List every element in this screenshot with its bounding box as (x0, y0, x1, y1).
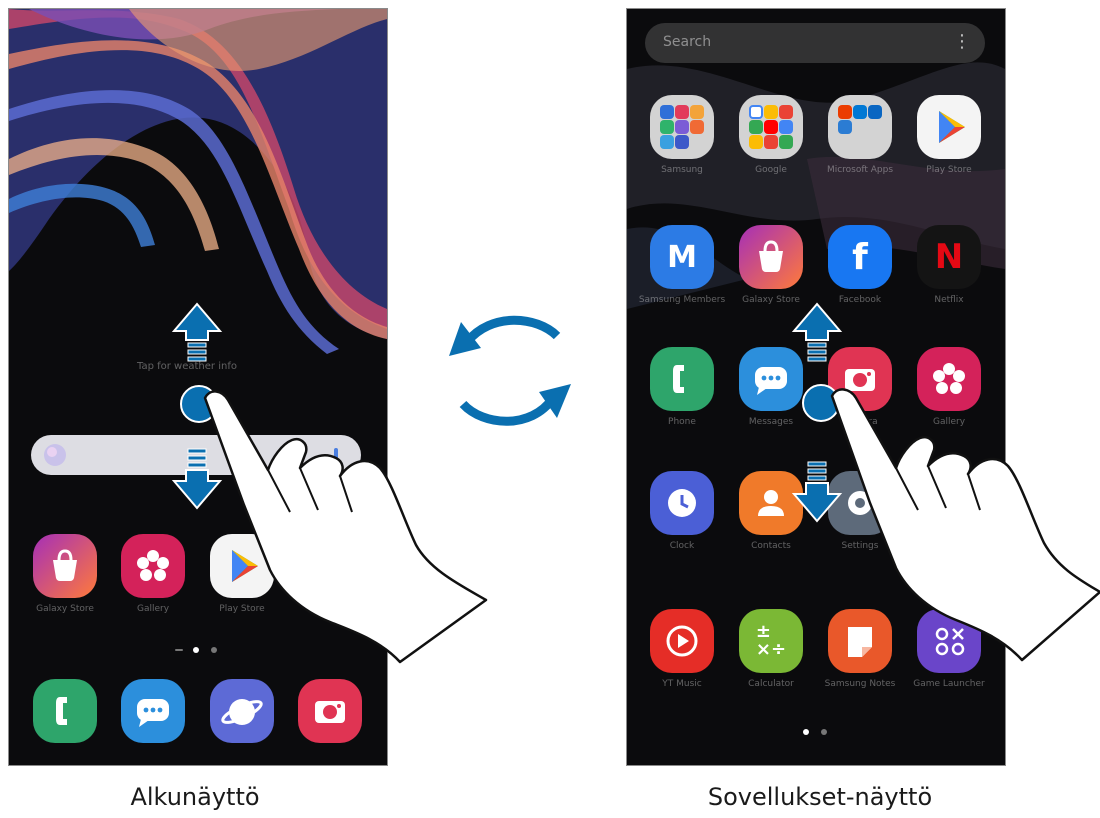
app-contacts[interactable]: Contacts (739, 471, 803, 551)
app-calculator[interactable]: ± ×÷ Calculator (739, 609, 803, 689)
app-clock[interactable]: Clock (650, 471, 714, 551)
app-play-store[interactable]: Play Store (917, 95, 981, 175)
samsung-notes-icon (848, 627, 872, 657)
camera-icon (315, 701, 345, 723)
app-camera[interactable]: Camera (828, 347, 892, 427)
app-label: Calculator (748, 679, 794, 689)
messages-icon (137, 699, 169, 727)
settings-icon (848, 491, 872, 515)
mic-icon[interactable] (329, 435, 343, 475)
dock-internet[interactable] (210, 679, 274, 743)
app-label: Game Launcher (913, 679, 985, 689)
apps-screen: Search ⋮ Samsung Google Microsoft Apps P… (626, 8, 1006, 766)
camera-icon (845, 369, 875, 391)
page-dot-active (803, 729, 809, 735)
netflix-icon: N (934, 237, 964, 277)
app-label: Microsoft Apps (826, 165, 894, 175)
app-label: Gallery (932, 417, 966, 427)
app-label: Contacts (751, 541, 791, 551)
app-label: Samsung Members (638, 295, 726, 305)
app-label: Galaxy Store (36, 604, 94, 614)
search-bar[interactable] (31, 435, 361, 475)
dock-camera[interactable] (298, 679, 362, 743)
calculator-icon: ± ×÷ (755, 621, 787, 660)
app-facebook[interactable]: f Facebook (828, 225, 892, 305)
messages-icon (755, 367, 787, 395)
phone-icon (673, 365, 684, 393)
app-label: Settings (841, 541, 879, 551)
internet-icon (221, 699, 263, 725)
app-game-launcher[interactable]: Game Launcher (913, 609, 985, 689)
app-label: Samsung Notes (824, 679, 896, 689)
wallpaper-waves (9, 9, 387, 354)
app-label: Camera (842, 417, 878, 427)
app-messages[interactable]: Messages (739, 347, 803, 427)
app-gallery[interactable]: Gallery (121, 534, 185, 614)
caption-apps-screen: Sovellukset-näyttö (707, 783, 933, 811)
app-label: YT Music (662, 679, 702, 689)
apps-search-bar[interactable]: Search ⋮ (645, 23, 985, 63)
app-play-store[interactable]: Play Store (210, 534, 274, 614)
google-icon (44, 444, 66, 466)
facebook-icon: f (852, 236, 868, 278)
search-placeholder: Search (663, 34, 712, 50)
galaxy-store-icon (53, 549, 77, 581)
app-galaxy-store[interactable]: Galaxy Store (33, 534, 97, 614)
app-label: Messages (748, 417, 794, 427)
app-label: Play Store (926, 165, 972, 175)
yt-music-icon (666, 625, 698, 657)
app-phone[interactable]: Phone (650, 347, 714, 427)
play-store-icon (232, 550, 258, 582)
page-dot (821, 729, 827, 735)
contacts-icon (758, 490, 784, 516)
gallery-icon (137, 550, 169, 581)
app-galaxy-store[interactable]: Galaxy Store (739, 225, 803, 305)
switch-arrows-icon (449, 315, 571, 426)
dock-messages[interactable] (121, 679, 185, 743)
game-launcher-icon (935, 627, 965, 656)
more-vertical-icon[interactable]: ⋮ (953, 31, 971, 52)
app-label: Galaxy Store (742, 295, 800, 305)
dock-phone[interactable] (33, 679, 97, 743)
app-label: Clock (669, 541, 695, 551)
weather-hint[interactable]: Tap for weather info (137, 361, 237, 372)
app-yt-music[interactable]: YT Music (650, 609, 714, 689)
folder-google[interactable]: Google (739, 95, 803, 175)
app-label: Gallery (136, 604, 170, 614)
app-settings[interactable]: Settings (828, 471, 892, 551)
play-store-icon (939, 111, 965, 143)
app-gallery[interactable]: Gallery (917, 347, 981, 427)
app-label: Google (755, 165, 787, 175)
app-label: Netflix (934, 295, 964, 305)
gallery-icon (933, 363, 965, 394)
app-label: Facebook (838, 295, 882, 305)
app-label: Phone (668, 417, 696, 427)
page-dot-active (193, 647, 199, 653)
app-label: Samsung (661, 165, 703, 175)
page-dot (211, 647, 217, 653)
app-samsung-notes[interactable]: Samsung Notes (825, 609, 895, 689)
folder-samsung[interactable]: Samsung (650, 95, 714, 175)
app-label: Play Store (219, 604, 265, 614)
clock-icon (668, 489, 696, 517)
caption-home-screen: Alkunäyttö (130, 783, 260, 811)
app-netflix[interactable]: N Netflix (917, 225, 981, 305)
home-screen: Tap for weather info Galaxy Store Galler… (8, 8, 388, 766)
galaxy-store-icon (759, 240, 783, 272)
folder-microsoft[interactable]: Microsoft Apps (827, 95, 893, 175)
phone-icon (56, 697, 67, 725)
samsung-members-icon: M (667, 239, 697, 275)
app-samsung-members[interactable]: M Samsung Members (639, 225, 725, 305)
page-dot (175, 649, 183, 651)
